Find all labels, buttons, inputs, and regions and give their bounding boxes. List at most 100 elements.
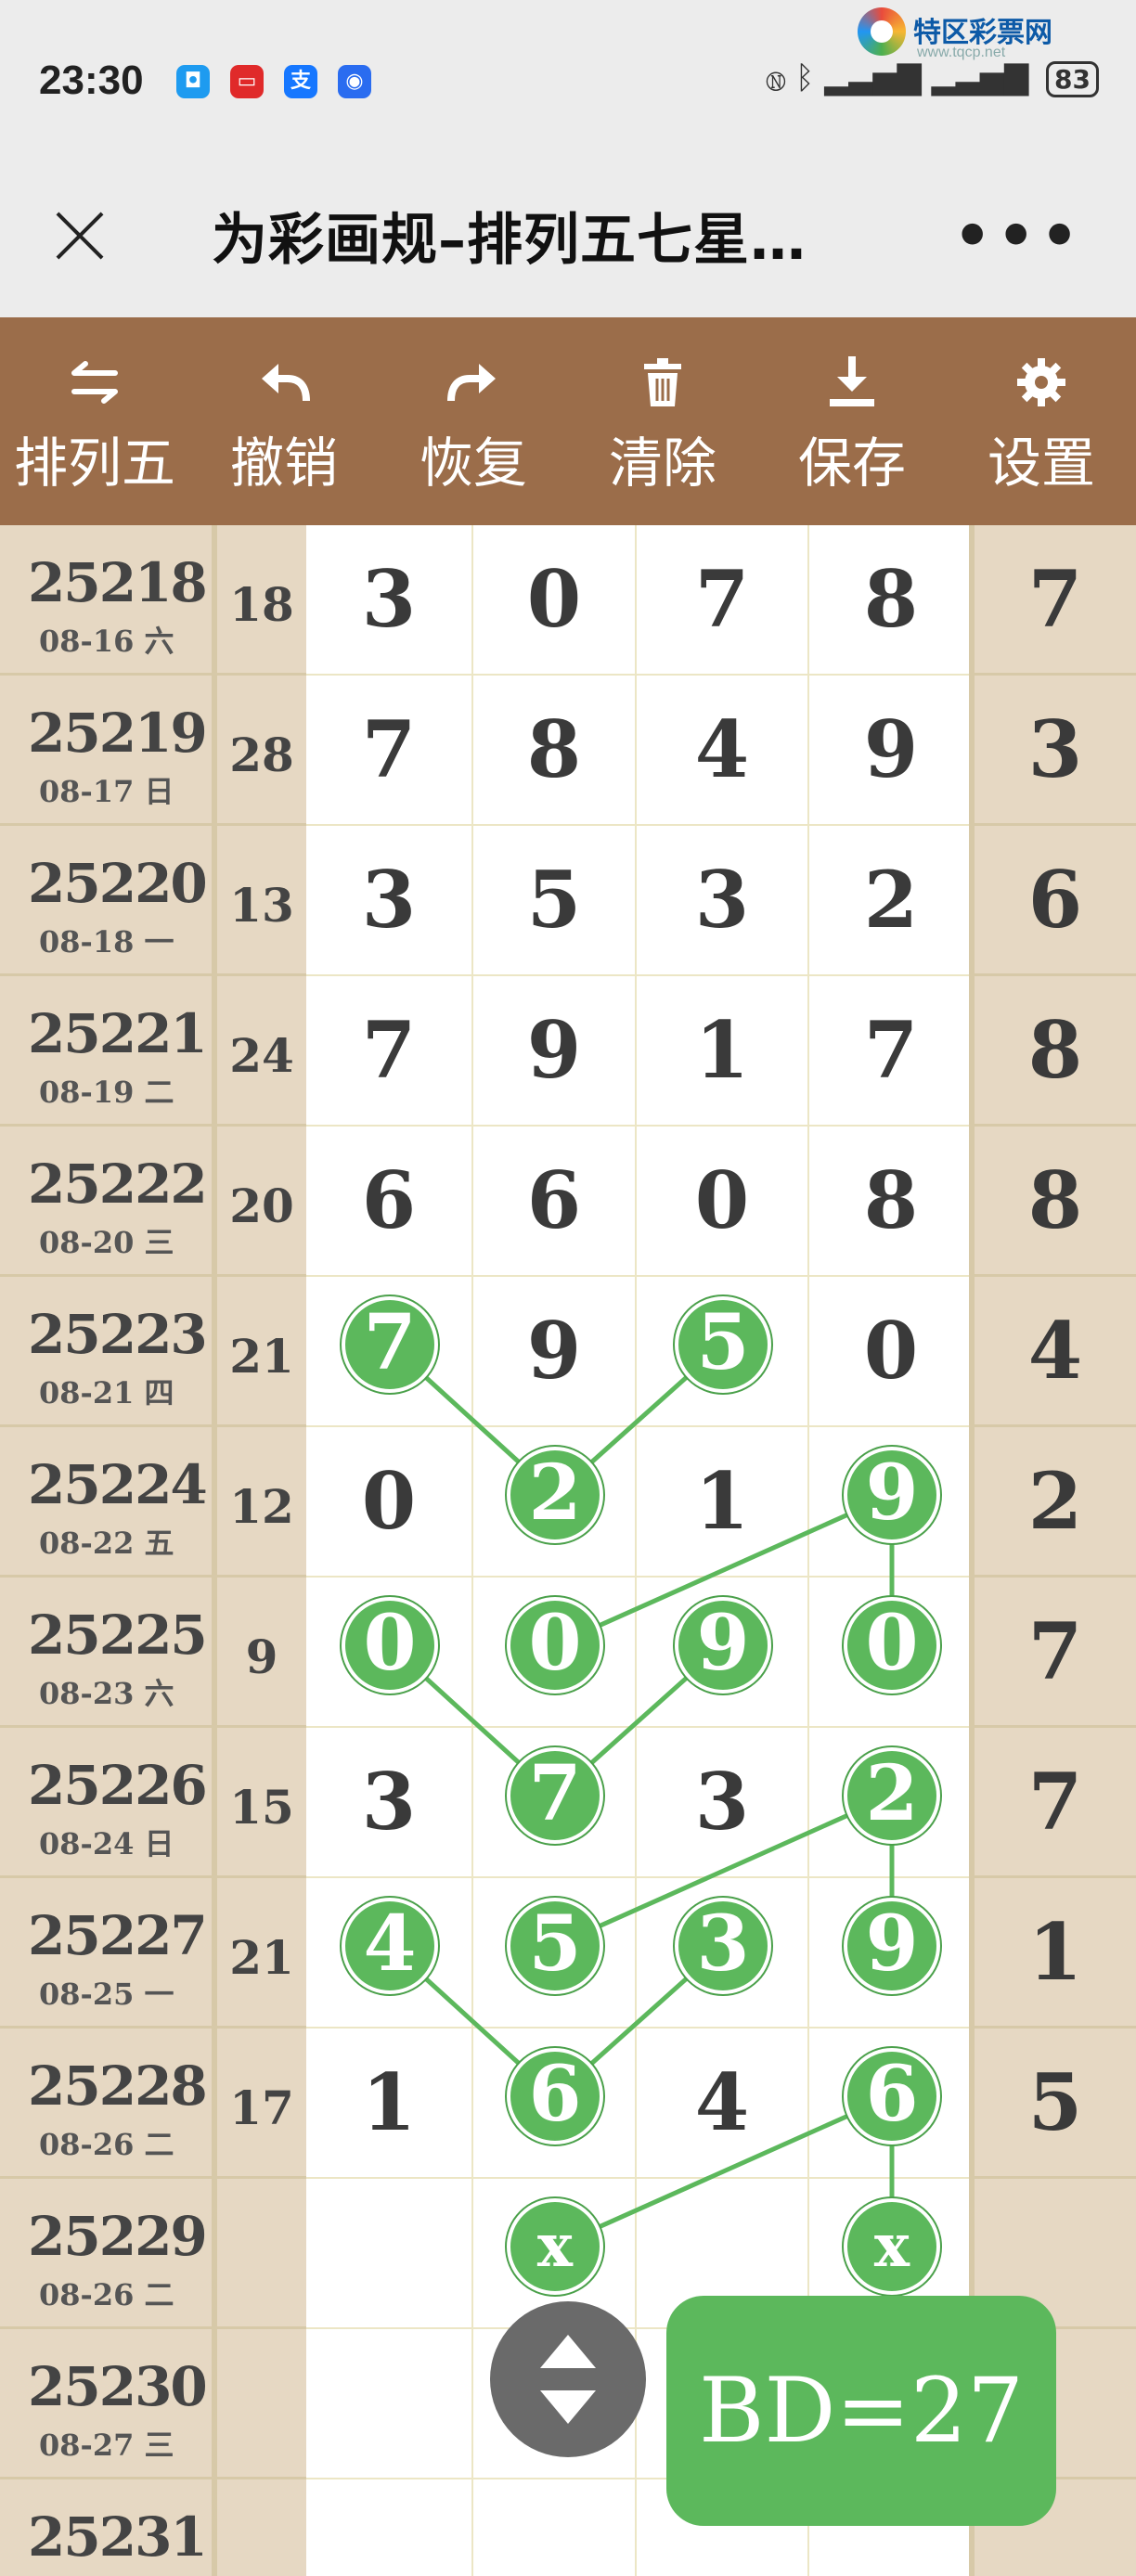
number-cell[interactable]: 4 xyxy=(637,676,809,826)
period-number: 25224 xyxy=(28,1453,208,1516)
close-icon[interactable] xyxy=(45,200,115,271)
table-row: 25220 08-18 一 13 3 5 3 2 6 xyxy=(0,826,1136,976)
highlight-ball[interactable]: x xyxy=(507,2198,603,2295)
fifth-digit-value: 7 xyxy=(1027,553,1083,645)
toolbar-save-button[interactable]: 保存 xyxy=(757,317,947,525)
period-cell: 25230 08-27 三 xyxy=(0,2329,212,2479)
qq-icon: ◘ xyxy=(176,65,210,98)
fifth-digit-cell: 7 xyxy=(975,1578,1136,1728)
digit-value: 8 xyxy=(863,553,919,645)
signal-icon: ▂▃▅▇ xyxy=(824,59,922,97)
number-cell[interactable]: 7 xyxy=(306,976,473,1127)
number-cell[interactable]: 9 xyxy=(809,676,975,826)
number-cell[interactable]: 6 xyxy=(473,1127,637,1277)
alipay-label: 支 xyxy=(290,70,311,93)
toolbar-switch-button[interactable]: 排列五 xyxy=(0,317,189,525)
number-cell[interactable]: 1 xyxy=(306,2029,473,2179)
number-cell[interactable]: 3 xyxy=(637,1728,809,1878)
highlight-ball[interactable]: 0 xyxy=(507,1597,603,1694)
period-cell: 25231 xyxy=(0,2479,212,2576)
number-cell[interactable]: 8 xyxy=(809,1127,975,1277)
page-title: 为彩画规–排列五七星… xyxy=(212,208,807,273)
sum-cell: 9 xyxy=(217,1578,306,1728)
toolbar-settings-button[interactable]: 设置 xyxy=(947,317,1136,525)
bd-value-badge[interactable]: BD=27 xyxy=(666,2296,1056,2526)
highlight-ball[interactable]: 6 xyxy=(507,2048,603,2145)
digit-value: 3 xyxy=(361,553,417,645)
toolbar-redo-button[interactable]: 恢复 xyxy=(379,317,568,525)
number-cell[interactable] xyxy=(306,2479,473,2576)
number-cell[interactable]: 0 xyxy=(637,1127,809,1277)
highlight-ball[interactable]: 9 xyxy=(844,1898,940,1994)
sum-value: 15 xyxy=(229,1780,294,1835)
number-cell[interactable]: 4 xyxy=(637,2029,809,2179)
bluetooth-icon: ᛒ xyxy=(795,59,815,97)
sum-cell: 13 xyxy=(217,826,306,976)
highlight-ball[interactable]: 5 xyxy=(507,1898,603,1994)
digit-value: 0 xyxy=(863,1305,919,1397)
number-cell[interactable]: 2 xyxy=(809,826,975,976)
period-date: 08-25 一 xyxy=(39,1977,174,2012)
toolbar-clear-button[interactable]: 清除 xyxy=(568,317,757,525)
period-cell: 25225 08-23 六 xyxy=(0,1578,212,1728)
highlight-ball[interactable]: 7 xyxy=(342,1296,438,1393)
number-cell[interactable]: 3 xyxy=(306,826,473,976)
number-cell[interactable]: 3 xyxy=(306,1728,473,1878)
highlight-ball[interactable]: 0 xyxy=(342,1597,438,1694)
highlight-ball[interactable]: 9 xyxy=(675,1597,771,1694)
highlight-ball[interactable]: 2 xyxy=(507,1447,603,1543)
site-watermark: 特区彩票网 www.tqcp.net xyxy=(858,6,1127,65)
sum-cell: 21 xyxy=(217,1878,306,2029)
number-cell[interactable]: 8 xyxy=(809,525,975,676)
scroll-toggle-button[interactable] xyxy=(490,2301,646,2457)
toolbar-undo-button[interactable]: 撤销 xyxy=(189,317,379,525)
period-cell: 25229 08-26 二 xyxy=(0,2179,212,2329)
number-cell[interactable]: 9 xyxy=(473,1277,637,1427)
period-cell: 25222 08-20 三 xyxy=(0,1127,212,1277)
number-cell[interactable]: 0 xyxy=(306,1427,473,1578)
more-options-button[interactable]: ••• xyxy=(953,202,1084,271)
highlight-ball[interactable]: 9 xyxy=(844,1447,940,1543)
highlight-ball[interactable]: 0 xyxy=(844,1597,940,1694)
number-cell[interactable] xyxy=(473,2479,637,2576)
highlight-ball[interactable]: 7 xyxy=(507,1747,603,1844)
number-cell[interactable]: 9 xyxy=(473,976,637,1127)
number-cell[interactable]: 3 xyxy=(306,525,473,676)
highlight-ball[interactable]: 2 xyxy=(844,1747,940,1844)
period-cell: 25223 08-21 四 xyxy=(0,1277,212,1427)
period-date: 08-22 五 xyxy=(39,1526,174,1561)
highlight-ball[interactable]: 6 xyxy=(844,2048,940,2145)
highlight-ball[interactable]: 4 xyxy=(342,1898,438,1994)
number-cell[interactable]: 7 xyxy=(306,676,473,826)
digit-value: 7 xyxy=(361,703,417,795)
fifth-digit-value: 2 xyxy=(1027,1455,1083,1547)
number-cell[interactable]: 1 xyxy=(637,976,809,1127)
highlight-ball[interactable]: x xyxy=(844,2198,940,2295)
digit-value: 9 xyxy=(526,1305,582,1397)
number-cell[interactable]: 0 xyxy=(473,525,637,676)
number-cell[interactable]: 5 xyxy=(473,826,637,976)
sum-cell: 24 xyxy=(217,976,306,1127)
digit-value: 0 xyxy=(361,1455,417,1547)
digit-value: 7 xyxy=(694,553,750,645)
number-cell[interactable]: 7 xyxy=(809,976,975,1127)
number-cell[interactable]: 3 xyxy=(637,826,809,976)
number-cell[interactable] xyxy=(306,2179,473,2329)
digit-value: 7 xyxy=(863,1004,919,1096)
highlight-ball[interactable]: 5 xyxy=(675,1296,771,1393)
highlight-ball[interactable]: 3 xyxy=(675,1898,771,1994)
number-cell[interactable]: 1 xyxy=(637,1427,809,1578)
alipay-icon: 支 xyxy=(284,65,317,98)
number-cell[interactable]: 0 xyxy=(809,1277,975,1427)
number-cell[interactable]: 6 xyxy=(306,1127,473,1277)
number-cell[interactable] xyxy=(306,2329,473,2479)
battery-icon: 83 xyxy=(1046,61,1099,97)
digit-value: 4 xyxy=(694,703,750,795)
period-date: 08-19 二 xyxy=(39,1075,174,1110)
fifth-digit-cell: 2 xyxy=(975,1427,1136,1578)
fifth-digit-cell: 5 xyxy=(975,2029,1136,2179)
arrow-down-icon xyxy=(540,2390,596,2424)
period-number: 25231 xyxy=(28,2505,208,2569)
number-cell[interactable]: 7 xyxy=(637,525,809,676)
number-cell[interactable]: 8 xyxy=(473,676,637,826)
